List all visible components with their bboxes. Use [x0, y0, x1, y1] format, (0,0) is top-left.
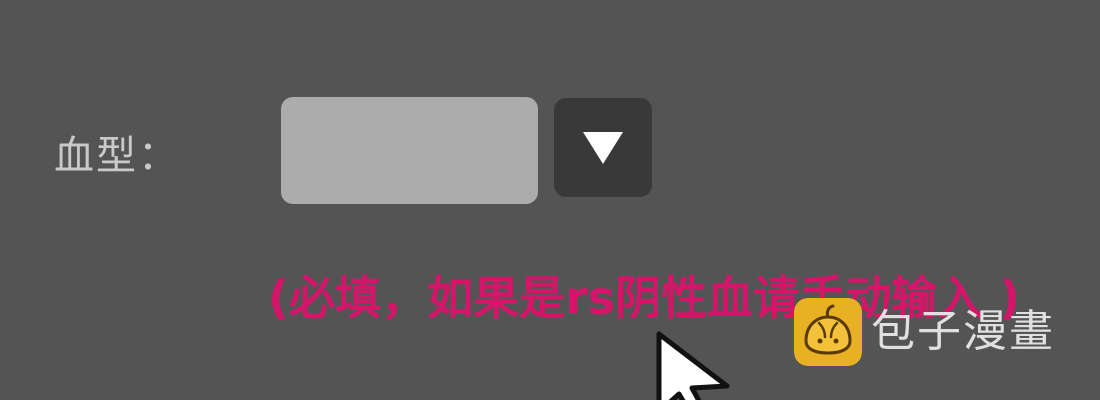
bun-logo-icon [793, 297, 863, 367]
blood-type-input[interactable] [281, 97, 538, 204]
form-screen: 血型： (必填，如果是rs阴性血请手动输入 ) 包子漫畫 [0, 0, 1100, 400]
watermark-text: 包子漫畫 [871, 306, 1055, 357]
triangle-down-icon [583, 131, 623, 164]
blood-type-label: 血型： [54, 133, 180, 179]
watermark: 包子漫畫 [793, 295, 1083, 369]
blood-type-dropdown-button[interactable] [554, 98, 652, 197]
mouse-pointer-icon [655, 330, 745, 400]
